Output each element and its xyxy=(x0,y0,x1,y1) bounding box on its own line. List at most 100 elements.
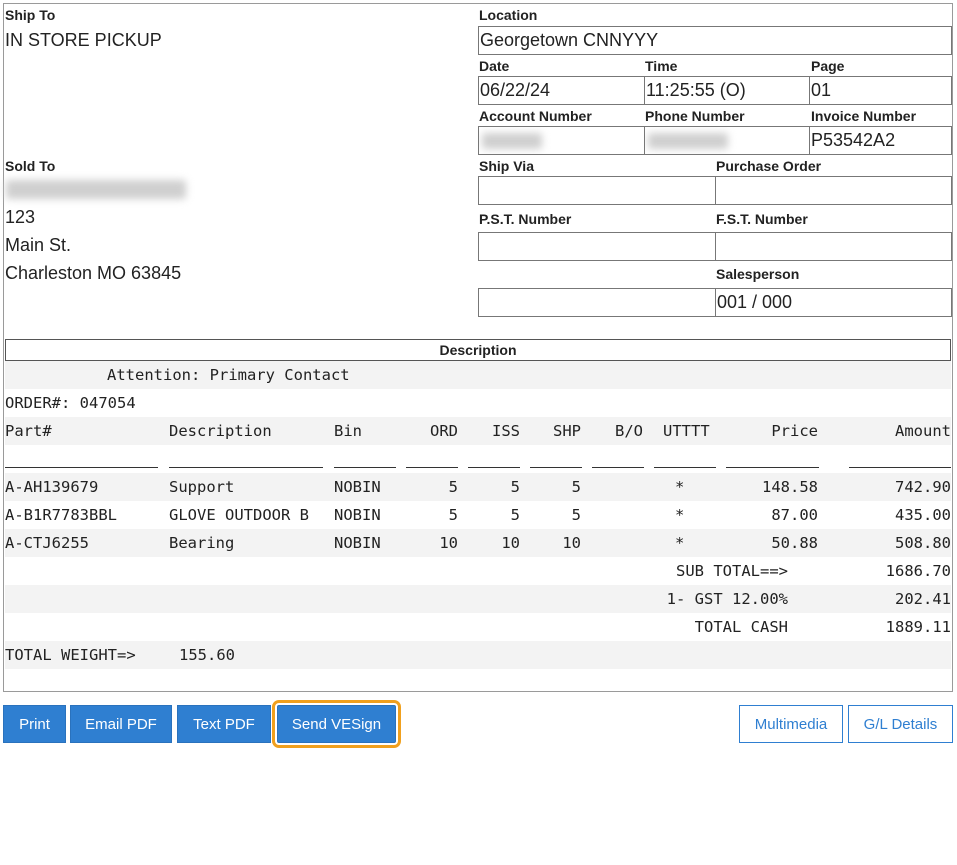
col-uttt: UTTTT xyxy=(663,422,710,440)
col-price: Price xyxy=(771,422,818,440)
item-uttt: * xyxy=(675,478,685,496)
gst-row: 1- GST 12.00% 202.41 xyxy=(5,585,951,613)
item-iss: 10 xyxy=(501,534,520,552)
email-pdf-button[interactable]: Email PDF xyxy=(70,705,172,743)
account-number-field xyxy=(478,126,645,155)
col-bin: Bin xyxy=(334,422,362,440)
item-iss: 5 xyxy=(510,506,520,524)
salesperson-label: Salesperson xyxy=(716,266,800,282)
col-shp: SHP xyxy=(553,422,581,440)
item-uttt: * xyxy=(675,506,685,524)
subtotal-label: SUB TOTAL==> xyxy=(676,562,788,580)
total-weight-row: TOTAL WEIGHT=> 155.60 xyxy=(5,641,951,669)
item-price: 50.88 xyxy=(771,534,818,552)
purchase-order-field xyxy=(715,176,952,205)
attention-row: Attention: Primary Contact xyxy=(5,361,951,389)
pst-number-field xyxy=(478,232,716,261)
order-number: ORDER#: 047054 xyxy=(5,394,136,412)
item-uttt: * xyxy=(675,534,685,552)
subtotal-value: 1686.70 xyxy=(885,562,951,580)
phone-number-label: Phone Number xyxy=(645,108,745,124)
fst-number-field xyxy=(715,232,952,261)
underline xyxy=(169,467,323,468)
print-button[interactable]: Print xyxy=(3,705,66,743)
item-bin: NOBIN xyxy=(334,534,381,552)
underline xyxy=(592,467,644,468)
item-description: Bearing xyxy=(169,534,235,552)
sold-to-address-line-2: Main St. xyxy=(5,235,72,255)
description-body: Attention: Primary Contact ORDER#: 04705… xyxy=(5,361,951,669)
subtotal-row: SUB TOTAL==> 1686.70 xyxy=(5,557,951,585)
table-row: A-CTJ6255 Bearing NOBIN 10 10 10 * 50.88… xyxy=(5,529,951,557)
item-part: A-CTJ6255 xyxy=(5,534,89,552)
column-header-row: Part# Description Bin ORD ISS SHP B/O UT… xyxy=(5,417,951,445)
underline xyxy=(5,467,158,468)
underline xyxy=(530,467,582,468)
item-shp: 5 xyxy=(571,506,581,524)
ship-to-label: Ship To xyxy=(5,7,56,23)
total-weight-value: 155.60 xyxy=(179,646,235,664)
total-weight-label: TOTAL WEIGHT=> xyxy=(5,646,136,664)
phone-number-redacted xyxy=(648,133,728,149)
underline xyxy=(849,467,951,468)
salesperson-field: 001 / 000 xyxy=(715,288,952,317)
item-part: A-AH139679 xyxy=(5,478,99,496)
multimedia-button[interactable]: Multimedia xyxy=(739,705,843,743)
col-bo: B/O xyxy=(615,422,643,440)
item-price: 87.00 xyxy=(771,506,818,524)
underline xyxy=(468,467,520,468)
total-cash-label: TOTAL CASH xyxy=(694,618,788,636)
item-part: A-B1R7783BBL xyxy=(5,506,117,524)
item-bin: NOBIN xyxy=(334,478,381,496)
item-amount: 742.90 xyxy=(895,478,951,496)
attention-text: Attention: Primary Contact xyxy=(107,366,350,384)
table-row: A-AH139679 Support NOBIN 5 5 5 * 148.58 … xyxy=(5,473,951,501)
pst-number-label: P.S.T. Number xyxy=(479,211,572,227)
sold-to-address-line-1: 123 xyxy=(5,207,36,227)
item-amount: 435.00 xyxy=(895,506,951,524)
item-iss: 5 xyxy=(510,478,520,496)
purchase-order-label: Purchase Order xyxy=(716,158,822,174)
sold-to-label: Sold To xyxy=(5,158,56,174)
time-label: Time xyxy=(645,58,678,74)
ship-via-field xyxy=(478,176,716,205)
table-row: A-B1R7783BBL GLOVE OUTDOOR B NOBIN 5 5 5… xyxy=(5,501,951,529)
col-description: Description xyxy=(169,422,272,440)
fst-number-label: F.S.T. Number xyxy=(716,211,808,227)
underline-row xyxy=(5,445,951,473)
item-shp: 10 xyxy=(562,534,581,552)
gl-details-button[interactable]: G/L Details xyxy=(848,705,953,743)
item-shp: 5 xyxy=(571,478,581,496)
col-amount: Amount xyxy=(895,422,951,440)
total-cash-row: TOTAL CASH 1889.11 xyxy=(5,613,951,641)
item-description: Support xyxy=(169,478,235,496)
ship-via-label: Ship Via xyxy=(479,158,534,174)
text-pdf-button[interactable]: Text PDF xyxy=(177,705,271,743)
date-label: Date xyxy=(479,58,510,74)
total-cash-value: 1889.11 xyxy=(885,618,951,636)
invoice-number-field: P53542A2 xyxy=(809,126,952,155)
underline xyxy=(726,467,819,468)
item-amount: 508.80 xyxy=(895,534,951,552)
sold-to-address-line-3: Charleston MO 63845 xyxy=(5,263,182,283)
description-header: Description xyxy=(5,339,951,361)
underline xyxy=(406,467,458,468)
item-ord: 5 xyxy=(448,506,458,524)
gst-value: 202.41 xyxy=(895,590,951,608)
item-ord: 5 xyxy=(448,478,458,496)
sold-to-name-redacted xyxy=(6,180,186,199)
send-vesign-button[interactable]: Send VESign xyxy=(272,700,401,748)
ship-to-value: IN STORE PICKUP xyxy=(5,30,162,50)
item-ord: 10 xyxy=(439,534,458,552)
item-bin: NOBIN xyxy=(334,506,381,524)
account-number-label: Account Number xyxy=(479,108,592,124)
location-field: Georgetown CNNYYY xyxy=(478,26,952,55)
time-field: 11:25:55 (O) xyxy=(644,76,810,105)
date-field: 06/22/24 xyxy=(478,76,645,105)
underline xyxy=(334,467,396,468)
underline xyxy=(654,467,716,468)
invoice-number-label: Invoice Number xyxy=(811,108,917,124)
gst-label: 1- GST 12.00% xyxy=(666,590,788,608)
page-label: Page xyxy=(811,58,845,74)
account-number-redacted xyxy=(482,133,542,149)
